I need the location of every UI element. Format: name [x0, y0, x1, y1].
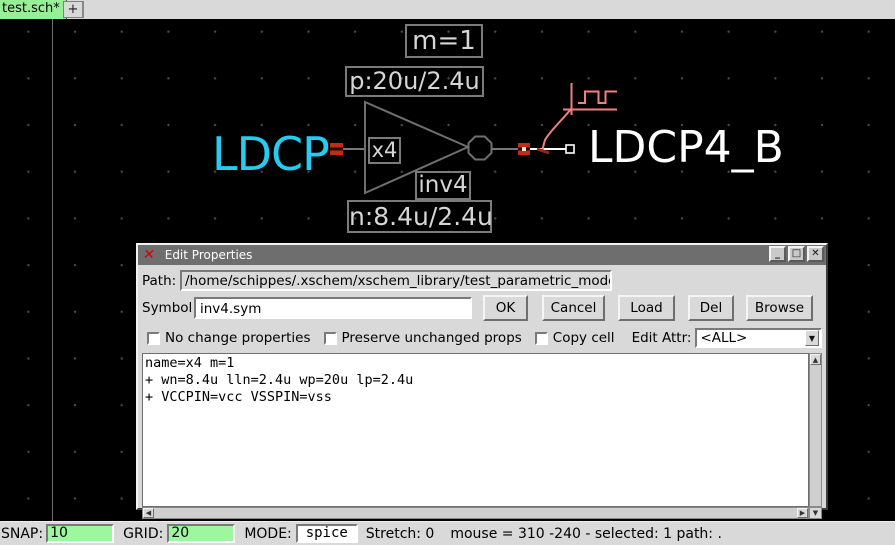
dialog-titlebar[interactable]: ✕ Edit Properties _ □ ✕	[138, 245, 826, 265]
snap-label: SNAP:	[1, 526, 43, 542]
scroll-left-icon[interactable]: ◀	[143, 508, 154, 518]
ok-button[interactable]: OK	[483, 295, 528, 321]
stretch-status: Stretch: 0	[366, 526, 435, 542]
properties-text: name=x4 m=1 + wn=8.4u lln=2.4u wp=20u lp…	[143, 354, 808, 407]
dialog-title: Edit Properties	[165, 248, 253, 262]
edit-properties-dialog: ✕ Edit Properties _ □ ✕ Path: /home/schi…	[136, 243, 828, 510]
waveform-glyph	[578, 92, 617, 104]
snap-input[interactable]: 10	[46, 524, 114, 543]
scroll-down-icon[interactable]: ▼	[809, 507, 822, 519]
load-button[interactable]: Load	[618, 295, 675, 321]
symbol-name-label[interactable]: inv4	[415, 171, 471, 200]
output-net-label[interactable]: LDCP4_B	[588, 122, 784, 173]
nmos-size-label[interactable]: n:8.4u/2.4u	[347, 200, 492, 233]
preserve-unchanged-props-label: Preserve unchanged props	[342, 330, 522, 346]
vertical-scrollbar[interactable]: ▲	[809, 353, 822, 507]
properties-textarea[interactable]: name=x4 m=1 + wn=8.4u lln=2.4u wp=20u lp…	[142, 353, 809, 507]
net-endpoint-square[interactable]	[566, 145, 574, 153]
horizontal-scrollbar[interactable]: ◀ ▶	[142, 507, 809, 519]
mouse-status: mouse = 310 -240 - selected: 1 path: .	[450, 526, 722, 542]
tab-bar: test.sch* +	[0, 0, 895, 19]
minimize-button[interactable]: _	[769, 246, 786, 262]
del-button[interactable]: Del	[688, 295, 734, 321]
mode-label: MODE:	[244, 526, 291, 542]
tab-test-sch[interactable]: test.sch*	[0, 0, 67, 19]
input-net-label[interactable]: LDCP	[212, 127, 329, 181]
scroll-up-icon[interactable]: ▲	[810, 354, 821, 365]
pmos-size-label[interactable]: p:20u/2.4u	[345, 66, 484, 97]
tab-label: test.sch*	[2, 1, 60, 16]
status-bar: SNAP: 10 GRID: 20 MODE: spice Stretch: 0…	[0, 521, 895, 545]
gate-size-label[interactable]: x4	[368, 137, 401, 164]
m-parameter-label[interactable]: m=1	[405, 24, 483, 58]
new-tab-button[interactable]: +	[63, 1, 84, 18]
no-change-properties-checkbox[interactable]	[147, 332, 160, 345]
cancel-button[interactable]: Cancel	[542, 295, 605, 321]
chevron-down-icon: ▼	[805, 330, 819, 346]
mode-input[interactable]: spice	[296, 524, 358, 543]
inverter-bubble[interactable]	[469, 137, 492, 160]
preserve-unchanged-props-checkbox[interactable]	[324, 332, 337, 345]
scroll-right-icon[interactable]: ▶	[797, 508, 808, 518]
path-field[interactable]: /home/schippes/.xschem/xschem_library/te…	[180, 270, 612, 291]
pin-contact-dot	[522, 147, 526, 151]
copy-cell-checkbox[interactable]	[535, 332, 548, 345]
edit-attr-select[interactable]: <ALL> ▼	[695, 328, 822, 348]
path-label: Path:	[142, 273, 180, 289]
copy-cell-label: Copy cell	[553, 330, 615, 346]
edit-attr-label: Edit Attr:	[632, 330, 692, 346]
symbol-label: Symbol	[142, 300, 194, 316]
xschem-logo-icon: ✕	[142, 248, 156, 262]
symbol-field[interactable]: inv4.sym	[194, 297, 472, 319]
grid-input[interactable]: 20	[167, 524, 235, 543]
maximize-button[interactable]: □	[788, 246, 805, 262]
no-change-properties-label: No change properties	[165, 330, 311, 346]
close-button[interactable]: ✕	[807, 246, 824, 262]
grid-label: GRID:	[123, 526, 163, 542]
edit-attr-value: <ALL>	[697, 330, 805, 346]
browse-button[interactable]: Browse	[746, 295, 813, 321]
